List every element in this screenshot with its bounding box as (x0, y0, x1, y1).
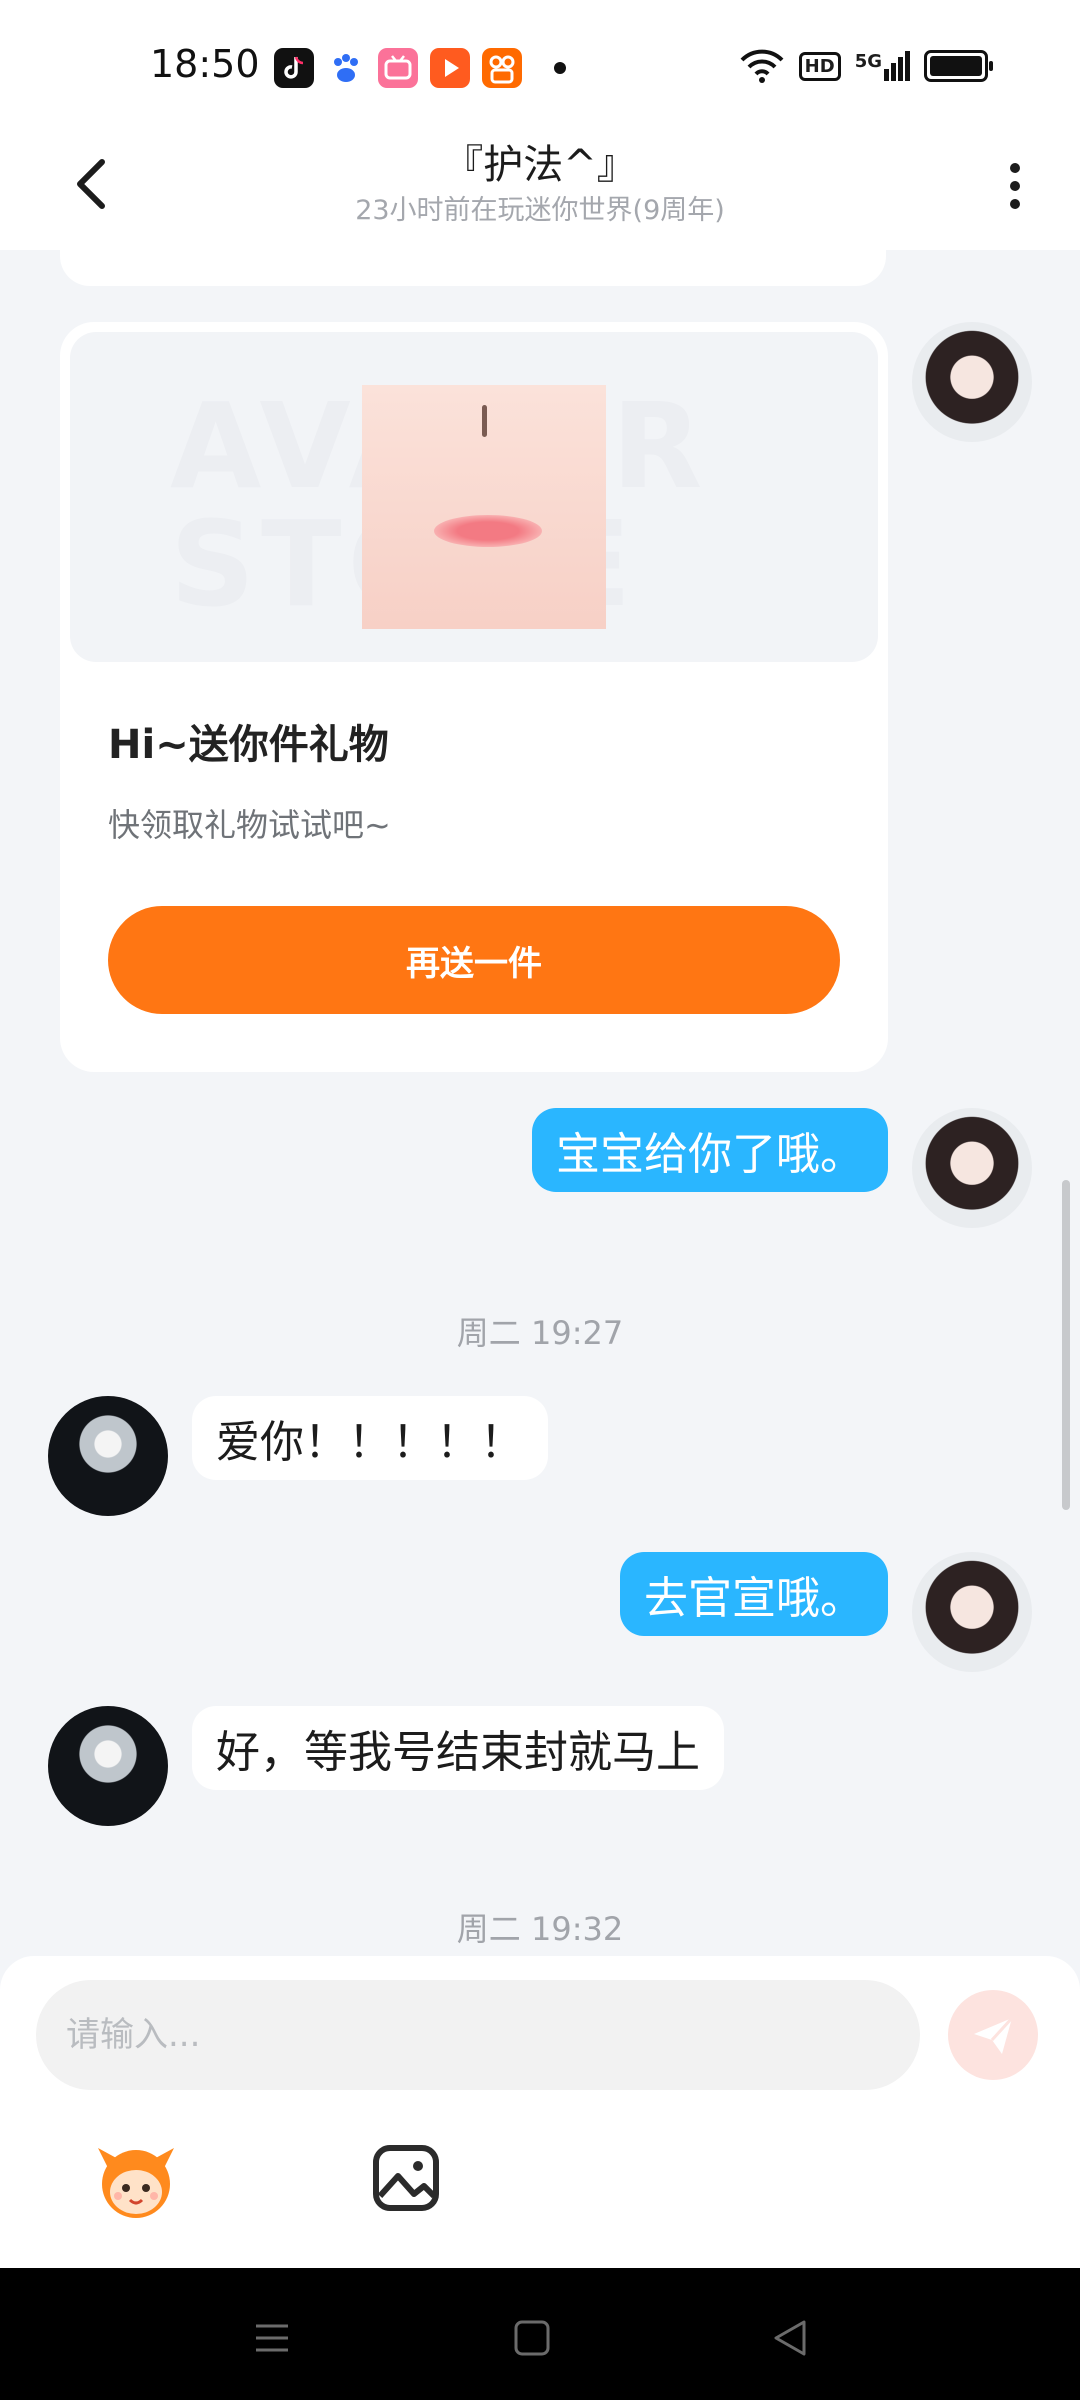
bilibili-icon (378, 48, 418, 88)
message-input[interactable] (36, 1980, 920, 2090)
mascot-emoji-icon (98, 2148, 174, 2218)
notification-dot (554, 62, 566, 74)
send-button[interactable] (948, 1990, 1038, 2080)
peer-avatar[interactable] (48, 1396, 168, 1516)
network-type-label: 5G (854, 51, 882, 72)
previous-card (60, 240, 886, 286)
status-bar: 18:50 HD 5G (0, 0, 1080, 130)
chat-header: 『护法^』 23小时前在玩迷你世界(9周年) (0, 130, 1080, 250)
hd-badge: HD (798, 51, 841, 81)
battery-icon (924, 50, 993, 82)
gift-item-image[interactable] (362, 385, 606, 629)
emoji-sticker-button[interactable] (90, 2134, 182, 2226)
wifi-icon (740, 49, 784, 83)
chat-scrollbar[interactable] (1062, 1180, 1070, 1510)
message-timestamp: 周二 19:27 (456, 1314, 624, 1352)
square-home-icon (514, 2320, 550, 2356)
baidu-icon (326, 48, 366, 88)
menu-nav-button[interactable] (242, 2308, 302, 2368)
my-avatar[interactable] (912, 1108, 1032, 1228)
gift-card: AVATAR STORE Hi~送你件礼物 快领取礼物试试吧~ 再送一件 (60, 322, 888, 1072)
send-another-gift-button[interactable]: 再送一件 (108, 906, 840, 1014)
contact-name: 『护法^』 (443, 142, 637, 188)
input-panel (0, 1956, 1080, 2268)
my-message-bubble[interactable]: 去官宣哦。 (620, 1552, 888, 1636)
gift-image-nose (482, 405, 487, 437)
paper-plane-icon (974, 2016, 1014, 2054)
peer-avatar[interactable] (48, 1706, 168, 1826)
more-vertical-icon (1010, 163, 1020, 209)
gift-image-lips (434, 515, 542, 547)
status-icons: HD 5G (739, 44, 993, 88)
home-nav-button[interactable] (502, 2308, 562, 2368)
gift-image-area: AVATAR STORE (70, 332, 878, 662)
my-message-bubble[interactable]: 宝宝给你了哦。 (532, 1108, 888, 1192)
my-avatar[interactable] (912, 1552, 1032, 1672)
back-nav-button[interactable] (760, 2308, 820, 2368)
my-avatar[interactable] (912, 322, 1032, 442)
gift-title: Hi~送你件礼物 (108, 722, 389, 768)
image-picker-button[interactable] (368, 2140, 444, 2216)
video-player-icon (430, 48, 470, 88)
more-options-button[interactable] (990, 148, 1040, 218)
status-time: 18:50 (150, 42, 260, 86)
image-icon (373, 2145, 439, 2211)
cellular-signal-icon: 5G (855, 51, 910, 81)
menu-icon (256, 2324, 288, 2352)
kuaishou-icon (482, 48, 522, 88)
triangle-back-icon (774, 2320, 806, 2356)
peer-message-bubble[interactable]: 好，等我号结束封就马上 (192, 1706, 724, 1790)
system-nav-bar (0, 2268, 1080, 2400)
peer-message-bubble[interactable]: 爱你！！！！！ (192, 1396, 548, 1480)
tiktok-icon (274, 48, 314, 88)
message-timestamp: 周二 19:32 (456, 1910, 624, 1948)
contact-status: 23小时前在玩迷你世界(9周年) (355, 195, 725, 226)
gift-subtitle: 快领取礼物试试吧~ (108, 806, 391, 844)
